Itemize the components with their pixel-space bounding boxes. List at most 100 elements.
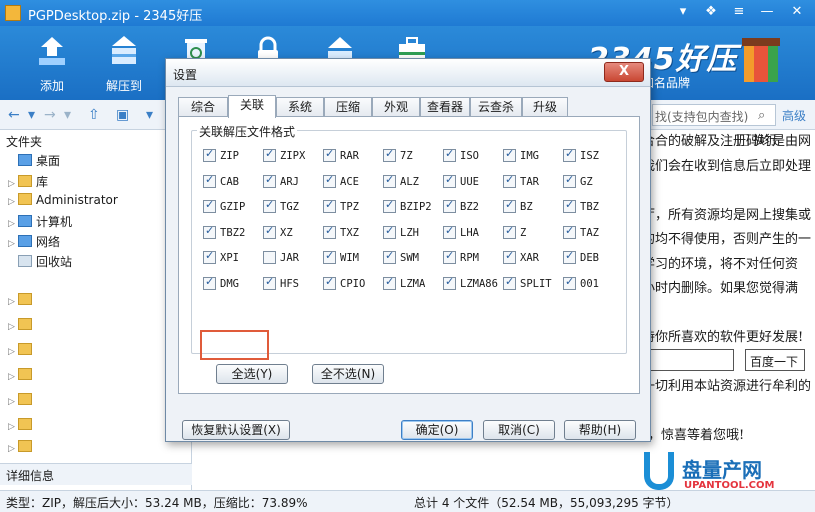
checkbox-box[interactable] <box>443 249 456 264</box>
forward-icon[interactable]: → <box>44 107 56 123</box>
tree-item-computer[interactable]: ▷ 计算机 <box>8 213 72 230</box>
format-checkbox-hfs[interactable]: HFS <box>263 275 299 293</box>
format-checkbox-img[interactable]: IMG <box>503 147 539 165</box>
format-checkbox-xar[interactable]: XAR <box>503 249 539 267</box>
tab-3[interactable]: 压缩 <box>324 97 372 117</box>
expand-arrow-icon[interactable]: ▷ <box>8 422 18 432</box>
close-window-button[interactable]: ✕ <box>786 3 808 21</box>
select-all-button[interactable]: 全选(Y) <box>216 364 288 384</box>
checkbox-box[interactable] <box>383 198 396 213</box>
format-checkbox-xz[interactable]: XZ <box>263 224 293 242</box>
format-checkbox-gz[interactable]: GZ <box>563 173 593 191</box>
format-checkbox-001[interactable]: 001 <box>563 275 599 293</box>
checkbox-box[interactable] <box>563 249 576 264</box>
baidu-search-button[interactable]: 百度一下 <box>745 349 805 371</box>
checkbox-box[interactable] <box>443 198 456 213</box>
expand-arrow-icon[interactable]: ▷ <box>8 372 18 382</box>
add-button[interactable]: 添加 <box>20 30 84 96</box>
tree-item-folder[interactable]: ▷ <box>8 440 36 454</box>
checkbox-box[interactable] <box>383 224 396 239</box>
restore-defaults-button[interactable]: 恢复默认设置(X) <box>182 420 290 440</box>
expand-arrow-icon[interactable]: ▷ <box>8 197 18 207</box>
tab-6[interactable]: 云查杀 <box>470 97 522 117</box>
format-checkbox-bz2[interactable]: BZ2 <box>443 198 479 216</box>
tree-item-folder[interactable]: ▷ <box>8 418 36 432</box>
checkbox-box[interactable] <box>323 147 336 162</box>
checkbox-box[interactable] <box>383 173 396 188</box>
format-checkbox-deb[interactable]: DEB <box>563 249 599 267</box>
checkbox-box[interactable] <box>443 275 456 290</box>
checkbox-box[interactable] <box>503 173 516 188</box>
checkbox-box[interactable] <box>503 147 516 162</box>
format-checkbox-ace[interactable]: ACE <box>323 173 359 191</box>
format-checkbox-zipx[interactable]: ZIPX <box>263 147 305 165</box>
expand-arrow-icon[interactable]: ▷ <box>8 239 18 249</box>
expand-arrow-icon[interactable]: ▷ <box>8 322 18 332</box>
format-checkbox-zip[interactable]: ZIP <box>203 147 239 165</box>
format-checkbox-uue[interactable]: UUE <box>443 173 479 191</box>
checkbox-box[interactable] <box>443 224 456 239</box>
format-checkbox-swm[interactable]: SWM <box>383 249 419 267</box>
checkbox-box[interactable] <box>263 275 276 290</box>
format-checkbox-cpio[interactable]: CPIO <box>323 275 365 293</box>
tab-0[interactable]: 综合 <box>178 97 228 117</box>
dropdown-arrow-icon[interactable]: ▾ <box>64 107 71 123</box>
format-checkbox-dmg[interactable]: DMG <box>203 275 239 293</box>
ok-button[interactable]: 确定(O) <box>401 420 473 440</box>
checkbox-box[interactable] <box>563 275 576 290</box>
checkbox-box[interactable] <box>203 198 216 213</box>
checkbox-box[interactable] <box>323 198 336 213</box>
checkbox-box[interactable] <box>203 173 216 188</box>
menu-icon[interactable]: ▾ <box>672 3 694 21</box>
checkbox-box[interactable] <box>383 249 396 264</box>
tab-5[interactable]: 查看器 <box>420 97 470 117</box>
format-checkbox-bz[interactable]: BZ <box>503 198 533 216</box>
checkbox-box[interactable] <box>443 147 456 162</box>
format-checkbox-jar[interactable]: JAR <box>263 251 299 267</box>
view-dropdown-icon[interactable]: ▾ <box>146 107 153 123</box>
tree-item-desktop[interactable]: 桌面 <box>8 152 60 169</box>
checkbox-box[interactable] <box>383 275 396 290</box>
format-checkbox-txz[interactable]: TXZ <box>323 224 359 242</box>
checkbox-box[interactable] <box>203 224 216 239</box>
format-checkbox-lha[interactable]: LHA <box>443 224 479 242</box>
format-checkbox-tpz[interactable]: TPZ <box>323 198 359 216</box>
settings-icon[interactable]: ≡ <box>728 3 750 21</box>
format-checkbox-cab[interactable]: CAB <box>203 173 239 191</box>
format-checkbox-tbz2[interactable]: TBZ2 <box>203 224 245 242</box>
format-checkbox-rar[interactable]: RAR <box>323 147 359 165</box>
advanced-search-link[interactable]: 高级 <box>782 107 806 124</box>
checkbox-box[interactable] <box>503 224 516 239</box>
help-button[interactable]: 帮助(H) <box>564 420 636 440</box>
minimize-button[interactable]: — <box>756 3 778 21</box>
expand-arrow-icon[interactable]: ▷ <box>8 397 18 407</box>
checkbox-box[interactable] <box>323 224 336 239</box>
checkbox-box[interactable] <box>263 251 276 264</box>
format-checkbox-alz[interactable]: ALZ <box>383 173 419 191</box>
format-checkbox-tbz[interactable]: TBZ <box>563 198 599 216</box>
dropdown-arrow-icon[interactable]: ▾ <box>28 107 35 123</box>
checkbox-box[interactable] <box>563 147 576 162</box>
format-checkbox-lzma86[interactable]: LZMA86 <box>443 275 498 293</box>
format-checkbox-arj[interactable]: ARJ <box>263 173 299 191</box>
expand-arrow-icon[interactable]: ▷ <box>8 347 18 357</box>
format-checkbox-tgz[interactable]: TGZ <box>263 198 299 216</box>
tree-item-recycle-bin[interactable]: 回收站 <box>8 253 72 270</box>
tree-item-folder[interactable]: ▷ <box>8 368 36 382</box>
checkbox-box[interactable] <box>563 224 576 239</box>
format-checkbox-tar[interactable]: TAR <box>503 173 539 191</box>
expand-arrow-icon[interactable]: ▷ <box>8 297 18 307</box>
expand-arrow-icon[interactable]: ▷ <box>8 219 18 229</box>
format-checkbox-isz[interactable]: ISZ <box>563 147 599 165</box>
back-icon[interactable]: ← <box>8 107 20 123</box>
tree-item-network[interactable]: ▷ 网络 <box>8 233 60 250</box>
format-checkbox-lzh[interactable]: LZH <box>383 224 419 242</box>
search-icon[interactable]: ⌕ <box>758 108 765 123</box>
checkbox-box[interactable] <box>503 198 516 213</box>
expand-arrow-icon[interactable]: ▷ <box>8 179 18 189</box>
format-checkbox-wim[interactable]: WIM <box>323 249 359 267</box>
extract-button[interactable]: 解压到 <box>92 30 156 96</box>
format-checkbox-rpm[interactable]: RPM <box>443 249 479 267</box>
format-checkbox-z[interactable]: Z <box>503 224 526 242</box>
format-checkbox-split[interactable]: SPLIT <box>503 275 552 293</box>
